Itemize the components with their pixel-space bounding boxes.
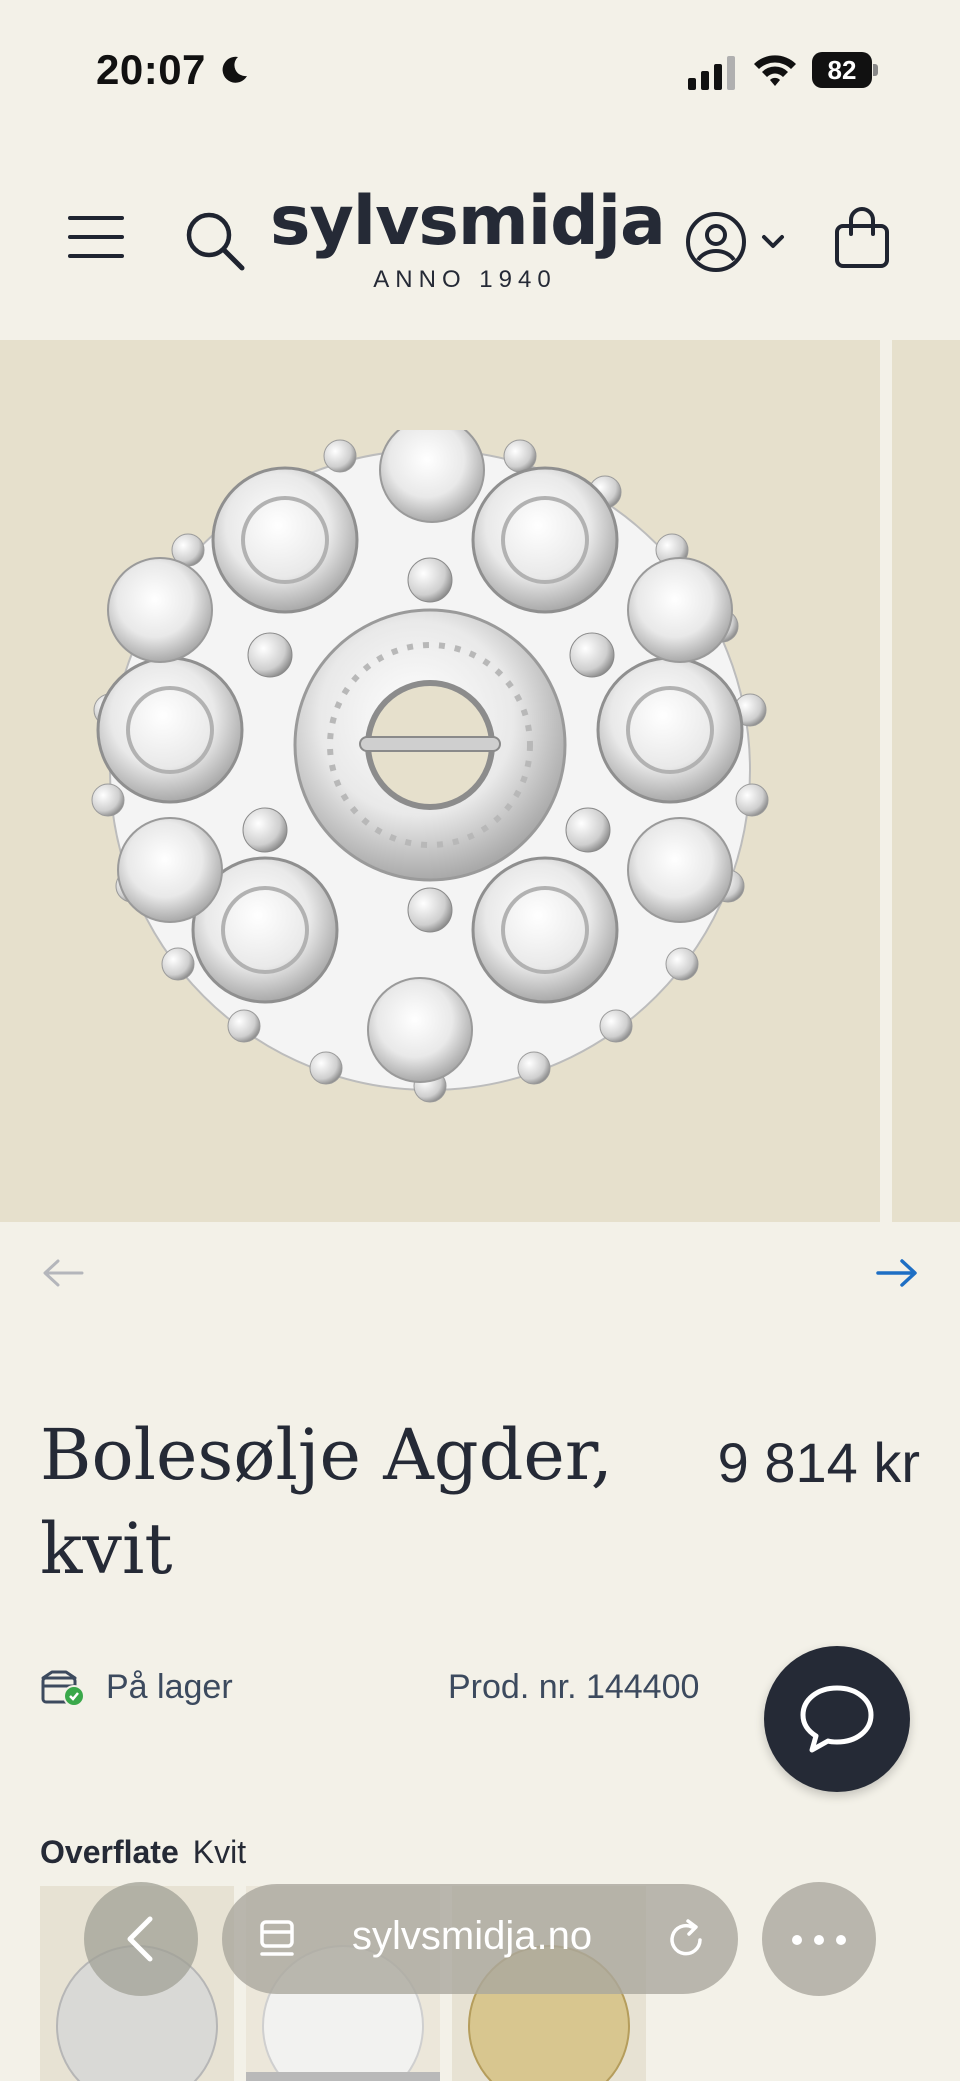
chat-bubble-icon [800,1685,874,1753]
product-title: Bolesølje Agder, kvit [40,1414,613,1590]
stock-status: På lager [106,1668,233,1706]
status-time: 20:07 [96,46,206,93]
moon-icon [222,56,247,83]
battery-tip [873,64,878,76]
menu-icon[interactable] [68,216,124,264]
browser-back-button[interactable] [84,1882,198,1996]
url-text[interactable]: sylvsmidja.no [352,1914,592,1959]
site-header: sylvsmidja ANNO 1940 [0,140,960,340]
signal-icon [688,56,735,90]
chevron-down-icon[interactable] [760,232,786,252]
search-icon[interactable] [182,208,248,274]
product-number: Prod. nr. 144400 [448,1668,700,1706]
battery-indicator: 82 [812,52,878,88]
battery-level: 82 [812,52,872,88]
shopping-bag-icon[interactable] [832,206,892,270]
site-logo[interactable]: sylvsmidja ANNO 1940 [270,182,666,294]
tabs-icon[interactable] [258,1918,298,1962]
next-image-peek[interactable] [892,340,960,1222]
selected-swatch-indicator [246,2072,440,2081]
in-stock-icon [41,1670,85,1707]
product-image[interactable] [0,340,880,1222]
reload-icon[interactable] [666,1918,708,1960]
option-surface: Overflate Kvit [40,1834,246,1871]
product-gallery[interactable] [0,340,960,1222]
browser-more-button[interactable] [762,1882,876,1996]
status-bar: 20:07 82 [0,0,960,140]
logo-wordmark: sylvsmidja [270,182,666,261]
product-price: 9 814 kr [717,1431,920,1494]
wifi-icon [754,55,796,86]
option-value: Kvit [192,1834,247,1870]
chevron-left-icon [127,1916,153,1962]
account-icon[interactable] [684,210,748,274]
chat-button[interactable] [764,1646,910,1792]
browser-address-bar[interactable]: sylvsmidja.no [222,1884,738,1994]
arrow-right-icon[interactable] [874,1256,920,1290]
option-label: Overflate [40,1834,179,1870]
arrow-left-icon[interactable] [40,1256,86,1290]
logo-tagline: ANNO 1940 [373,266,557,293]
brooch-image [91,430,769,1103]
